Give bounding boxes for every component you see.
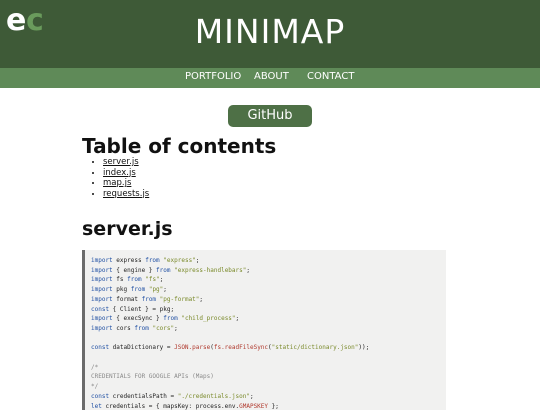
- code-line: CREDENTIALS FOR GOOGLE APIs (Maps): [91, 373, 214, 381]
- toc-item: map.js: [103, 178, 149, 189]
- nav-about[interactable]: ABOUT: [254, 71, 289, 82]
- code-line: const credentialsPath = "./credentials.j…: [91, 392, 254, 400]
- code-line: */: [91, 383, 99, 391]
- nav-bar: PORTFOLIO ABOUT CONTACT: [0, 68, 540, 88]
- site-header: e c MINIMAP: [0, 0, 540, 68]
- code-line: let credentials = { mapsKey: process.env…: [91, 402, 279, 410]
- code-line: const dataDictionary = JSON.parse(fs.rea…: [91, 344, 370, 352]
- toc-item: requests.js: [103, 189, 149, 200]
- toc-link-requests[interactable]: requests.js: [103, 189, 149, 199]
- toc-link-server[interactable]: server.js: [103, 157, 139, 167]
- nav-contact[interactable]: CONTACT: [307, 71, 354, 82]
- code-line: import cors from "cors";: [91, 324, 178, 332]
- code-line: import fs from "fs";: [91, 276, 164, 284]
- code-line: import pkg from "pg";: [91, 286, 167, 294]
- code-line: import express from "express";: [91, 257, 200, 264]
- code-line: import { engine } from "express-handleba…: [91, 266, 250, 274]
- section-title: server.js: [82, 218, 173, 240]
- toc-item: server.js: [103, 157, 149, 168]
- code-content: import express from "express"; import { e…: [85, 250, 446, 410]
- github-button[interactable]: GitHub: [228, 105, 312, 127]
- nav-portfolio[interactable]: PORTFOLIO: [185, 71, 241, 82]
- toc-item: index.js: [103, 168, 149, 179]
- toc-link-index[interactable]: index.js: [103, 168, 136, 178]
- code-line: /*: [91, 363, 99, 371]
- toc-title: Table of contents: [82, 134, 277, 158]
- code-line: import { execSync } from "child_process"…: [91, 315, 240, 323]
- site-title: MINIMAP: [194, 12, 346, 51]
- toc-link-map[interactable]: map.js: [103, 178, 131, 188]
- code-line: import format from "pg-format";: [91, 295, 204, 303]
- code-line: const { Client } = pkg;: [91, 305, 175, 313]
- code-block[interactable]: import express from "express"; import { e…: [82, 250, 446, 410]
- toc-list: server.js index.js map.js requests.js: [90, 157, 149, 199]
